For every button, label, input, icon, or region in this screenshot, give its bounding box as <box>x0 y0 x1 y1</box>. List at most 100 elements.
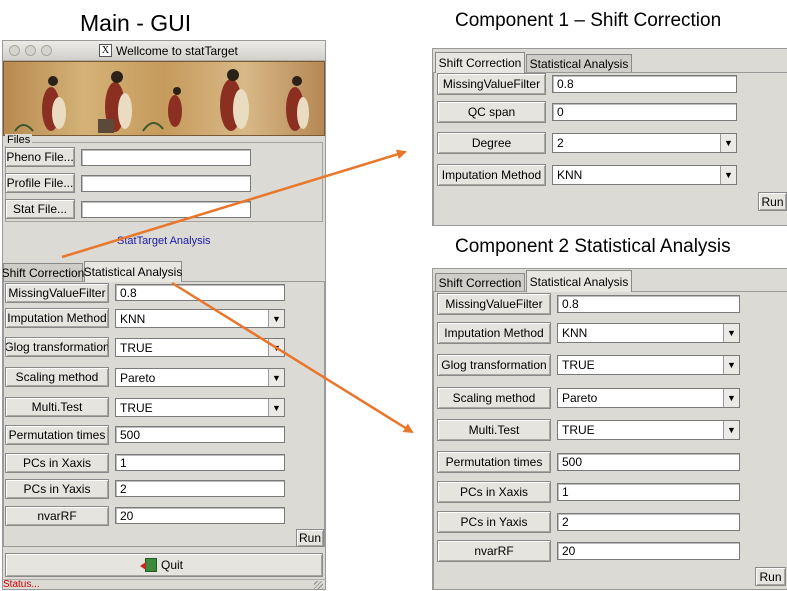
exit-door-icon <box>139 558 157 572</box>
scaling-method-value: Pareto <box>562 391 598 405</box>
multi-test-value: TRUE <box>562 423 595 437</box>
missing-value-filter-button[interactable]: MissingValueFilter <box>437 73 546 95</box>
imputation-method-value: KNN <box>562 326 588 340</box>
multi-test-button[interactable]: Multi.Test <box>5 397 109 417</box>
stat-file-input[interactable] <box>81 201 251 218</box>
tab-statistical-analysis[interactable]: Statistical Analysis <box>84 261 182 282</box>
dropdown-arrow-icon[interactable]: ▼ <box>720 134 736 152</box>
multi-test-value: TRUE <box>120 400 153 415</box>
statistical-analysis-window: Shift Correction Statistical Analysis Mi… <box>432 268 787 590</box>
pcs-in-yaxis-input[interactable]: 2 <box>115 480 285 497</box>
scaling-method-button[interactable]: Scaling method <box>437 387 551 409</box>
imputation-method-button[interactable]: Imputation Method <box>437 322 551 344</box>
dropdown-arrow-icon[interactable]: ▼ <box>268 339 284 356</box>
multi-test-select[interactable]: TRUE ▼ <box>557 420 740 440</box>
maximize-window-icon[interactable] <box>41 45 52 56</box>
multi-test-button[interactable]: Multi.Test <box>437 419 551 441</box>
glog-transformation-value: TRUE <box>562 358 595 372</box>
run-button[interactable]: Run <box>755 567 786 586</box>
qc-span-input[interactable]: 0 <box>552 103 737 121</box>
scaling-method-button[interactable]: Scaling method <box>5 367 109 387</box>
minimize-window-icon[interactable] <box>25 45 36 56</box>
nvarrf-button[interactable]: nvarRF <box>437 540 551 562</box>
pcs-in-yaxis-button[interactable]: PCs in Yaxis <box>5 479 109 499</box>
degree-value: 2 <box>557 136 564 150</box>
tab-shift-correction[interactable]: Shift Correction <box>3 263 84 281</box>
pcs-in-xaxis-input[interactable]: 1 <box>115 454 285 471</box>
imputation-method-select[interactable]: KNN ▼ <box>115 309 285 328</box>
pheno-file-input[interactable] <box>81 149 251 166</box>
resize-grip-icon[interactable] <box>314 581 323 589</box>
main-gui-heading: Main - GUI <box>80 10 192 36</box>
permutation-times-input[interactable]: 500 <box>115 426 285 443</box>
profile-file-input[interactable] <box>81 175 251 192</box>
imputation-method-select[interactable]: KNN ▼ <box>552 165 737 185</box>
nvarrf-input[interactable]: 20 <box>557 542 740 560</box>
nvarrf-button[interactable]: nvarRF <box>5 506 109 526</box>
pheno-file-button[interactable]: Pheno File... <box>5 147 75 167</box>
pcs-in-yaxis-input[interactable]: 2 <box>557 513 740 531</box>
missing-value-filter-input[interactable]: 0.8 <box>557 295 740 313</box>
component2-heading: Component 2 Statistical Analysis <box>455 236 731 257</box>
dropdown-arrow-icon[interactable]: ▼ <box>268 369 284 386</box>
missing-value-filter-button[interactable]: MissingValueFilter <box>437 293 551 315</box>
degree-select[interactable]: 2 ▼ <box>552 133 737 153</box>
glog-transformation-button[interactable]: Glog transformation <box>437 354 551 376</box>
nvarrf-input[interactable]: 20 <box>115 507 285 524</box>
glog-transformation-select[interactable]: TRUE ▼ <box>115 338 285 357</box>
tab-statistical-analysis[interactable]: Statistical Analysis <box>526 54 632 73</box>
imputation-method-select[interactable]: KNN ▼ <box>557 323 740 343</box>
run-button[interactable]: Run <box>296 529 324 547</box>
banner-image <box>3 61 325 136</box>
x11-icon: X <box>99 44 112 57</box>
dropdown-arrow-icon[interactable]: ▼ <box>723 356 739 374</box>
dropdown-arrow-icon[interactable]: ▼ <box>723 421 739 439</box>
dropdown-arrow-icon[interactable]: ▼ <box>268 399 284 416</box>
imputation-method-value: KNN <box>120 311 146 326</box>
tab-shift-correction[interactable]: Shift Correction <box>435 52 525 73</box>
imputation-method-button[interactable]: Imputation Method <box>5 308 109 328</box>
status-text: Status... <box>3 579 40 590</box>
pcs-in-xaxis-button[interactable]: PCs in Xaxis <box>437 481 551 503</box>
glog-transformation-select[interactable]: TRUE ▼ <box>557 355 740 375</box>
dropdown-arrow-icon[interactable]: ▼ <box>723 389 739 407</box>
missing-value-filter-input[interactable]: 0.8 <box>115 284 285 301</box>
quit-label: Quit <box>160 558 183 572</box>
missing-value-filter-input[interactable]: 0.8 <box>552 75 737 93</box>
component1-heading: Component 1 – Shift Correction <box>455 10 722 31</box>
tab-statistical-analysis[interactable]: Statistical Analysis <box>526 270 632 292</box>
pcs-in-xaxis-input[interactable]: 1 <box>557 483 740 501</box>
tab-shift-correction[interactable]: Shift Correction <box>435 273 525 292</box>
title-bar[interactable]: X Wellcome to statTarget <box>3 41 325 61</box>
dropdown-arrow-icon[interactable]: ▼ <box>723 324 739 342</box>
quit-button[interactable]: Quit <box>5 553 323 577</box>
pcs-in-xaxis-button[interactable]: PCs in Xaxis <box>5 453 109 473</box>
degree-button[interactable]: Degree <box>437 132 546 154</box>
pcs-in-yaxis-button[interactable]: PCs in Yaxis <box>437 511 551 533</box>
missing-value-filter-button[interactable]: MissingValueFilter <box>5 283 109 303</box>
run-button[interactable]: Run <box>758 192 787 211</box>
dropdown-arrow-icon[interactable]: ▼ <box>268 310 284 327</box>
scaling-method-select[interactable]: Pareto ▼ <box>557 388 740 408</box>
permutation-times-button[interactable]: Permutation times <box>5 425 109 445</box>
glog-transformation-button[interactable]: Glog transformation <box>5 337 109 357</box>
stat-file-button[interactable]: Stat File... <box>5 199 75 219</box>
multi-test-select[interactable]: TRUE ▼ <box>115 398 285 417</box>
analysis-section-label: StatTarget Analysis <box>117 235 211 247</box>
permutation-times-button[interactable]: Permutation times <box>437 451 551 473</box>
profile-file-button[interactable]: Profile File... <box>5 173 75 193</box>
shift-correction-window: Shift Correction Statistical Analysis Mi… <box>432 48 787 226</box>
files-group-label: Files <box>5 134 33 146</box>
permutation-times-input[interactable]: 500 <box>557 453 740 471</box>
imputation-method-value: KNN <box>557 168 583 182</box>
glog-transformation-value: TRUE <box>120 340 153 355</box>
status-bar: Status... <box>3 579 325 590</box>
qc-span-button[interactable]: QC span <box>437 101 546 123</box>
scaling-method-value: Pareto <box>120 370 156 385</box>
close-window-icon[interactable] <box>9 45 20 56</box>
scaling-method-select[interactable]: Pareto ▼ <box>115 368 285 387</box>
main-window: X Wellcome to statTarget Files Pheno Fil… <box>2 40 326 590</box>
imputation-method-button[interactable]: Imputation Method <box>437 164 546 186</box>
dropdown-arrow-icon[interactable]: ▼ <box>720 166 736 184</box>
window-title: Wellcome to statTarget <box>116 44 238 58</box>
